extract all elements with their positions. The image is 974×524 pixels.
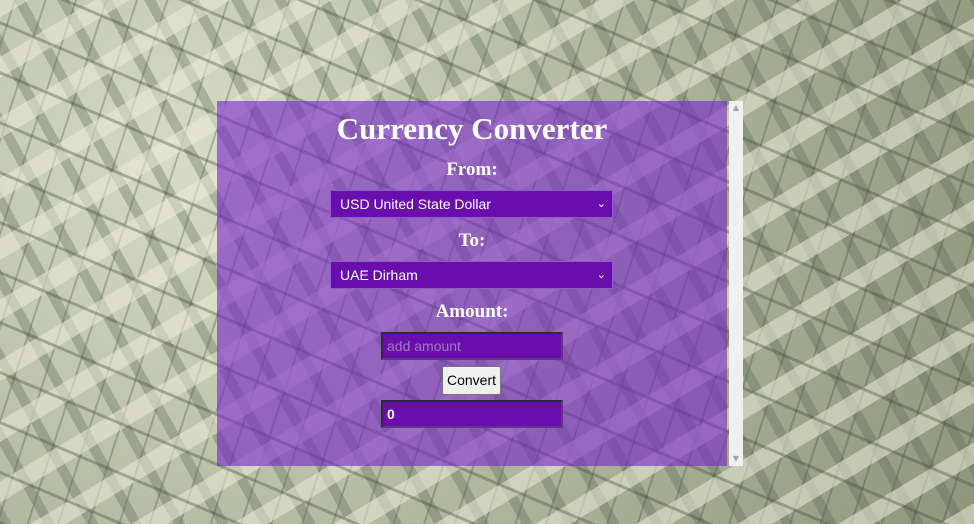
from-currency-value: USD United State Dollar [340,196,491,212]
amount-input[interactable]: add amount [381,332,563,360]
from-currency-select[interactable]: USD United State Dollar ⌄ [330,190,613,218]
result-value: 0 [387,406,395,422]
page-title: Currency Converter [336,111,608,146]
scroll-down-arrow-icon[interactable]: ▼ [729,452,743,466]
result-field[interactable]: 0 [381,400,563,428]
scrollbar[interactable]: ▲ ▼ [729,101,743,466]
amount-placeholder: add amount [387,338,461,354]
converter-panel: Currency Converter From: USD United Stat… [217,101,727,466]
to-label: To: [458,230,486,251]
to-currency-select[interactable]: UAE Dirham ⌄ [330,261,613,289]
amount-label: Amount: [435,301,509,322]
to-currency-value: UAE Dirham [340,267,418,283]
from-label: From: [446,159,498,180]
convert-button[interactable]: Convert [442,366,501,395]
chevron-down-icon: ⌄ [596,268,606,281]
scroll-up-arrow-icon[interactable]: ▲ [729,101,743,115]
chevron-down-icon: ⌄ [596,197,606,210]
